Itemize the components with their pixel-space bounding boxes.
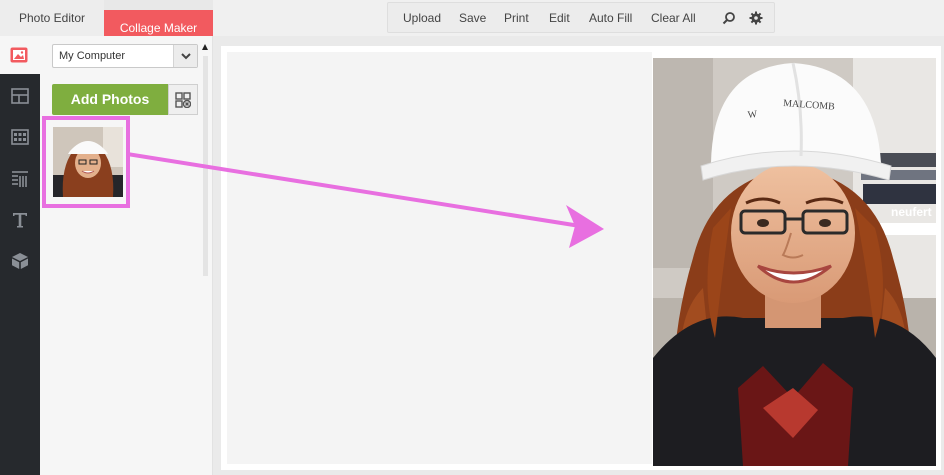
rail-pattern-item[interactable] xyxy=(0,158,40,198)
mode-tabs: Photo Editor Collage Maker xyxy=(0,0,213,440)
scroll-up-arrow-icon[interactable] xyxy=(202,44,208,50)
collage-photo-cell[interactable]: neufert W MALCOMB xyxy=(653,58,936,466)
chevron-down-icon xyxy=(181,53,191,60)
collage-canvas: neufert W MALCOMB xyxy=(221,46,941,470)
scroll-track[interactable] xyxy=(203,56,208,276)
layout-icon xyxy=(11,88,29,104)
gear-icon[interactable] xyxy=(749,11,763,25)
image-icon xyxy=(10,47,28,63)
book-label: neufert xyxy=(891,205,932,219)
tab-collage-maker-label: Collage Maker xyxy=(119,21,198,35)
sticker-box-icon xyxy=(12,253,28,269)
print-button[interactable]: Print xyxy=(504,3,529,34)
photo-manage-icon xyxy=(175,92,191,108)
panel-scrollbar[interactable] xyxy=(202,44,209,288)
rail-sticker-item[interactable] xyxy=(0,240,40,280)
rail-photos-item[interactable] xyxy=(0,36,40,74)
rail-text-item[interactable] xyxy=(0,199,40,239)
rail-grid-item[interactable] xyxy=(0,117,40,157)
photo-source-value: My Computer xyxy=(59,50,126,62)
photo-panel: My Computer Add Photos xyxy=(40,36,213,475)
rail-layout-item[interactable] xyxy=(0,76,40,116)
thumbnail-highlight xyxy=(42,116,130,208)
pattern-icon xyxy=(12,171,28,187)
collage-canvas-area: neufert W MALCOMB xyxy=(213,36,944,475)
save-button[interactable]: Save xyxy=(459,3,486,34)
dropdown-button[interactable] xyxy=(173,45,197,67)
auto-fill-button[interactable]: Auto Fill xyxy=(589,3,632,34)
clear-all-button[interactable]: Clear All xyxy=(651,3,696,34)
thumbnail-image xyxy=(53,127,123,197)
text-icon xyxy=(13,213,27,228)
photo-source-select[interactable]: My Computer xyxy=(52,44,198,68)
search-icon[interactable] xyxy=(722,11,736,25)
tab-photo-editor[interactable]: Photo Editor xyxy=(0,0,104,36)
toolbar: Upload Save Print Edit Auto Fill Clear A… xyxy=(387,2,775,33)
collage-photo: neufert W MALCOMB xyxy=(653,58,936,466)
photo-options-button[interactable] xyxy=(168,84,198,115)
photo-thumbnail[interactable] xyxy=(53,127,123,197)
empty-collage-cell[interactable] xyxy=(227,52,652,464)
edit-button[interactable]: Edit xyxy=(549,3,570,34)
grid-icon xyxy=(11,129,29,145)
hardhat-prefix-text: W xyxy=(747,109,758,121)
add-photos-button[interactable]: Add Photos xyxy=(52,84,168,115)
upload-button[interactable]: Upload xyxy=(403,3,441,34)
tool-rail xyxy=(0,36,40,475)
